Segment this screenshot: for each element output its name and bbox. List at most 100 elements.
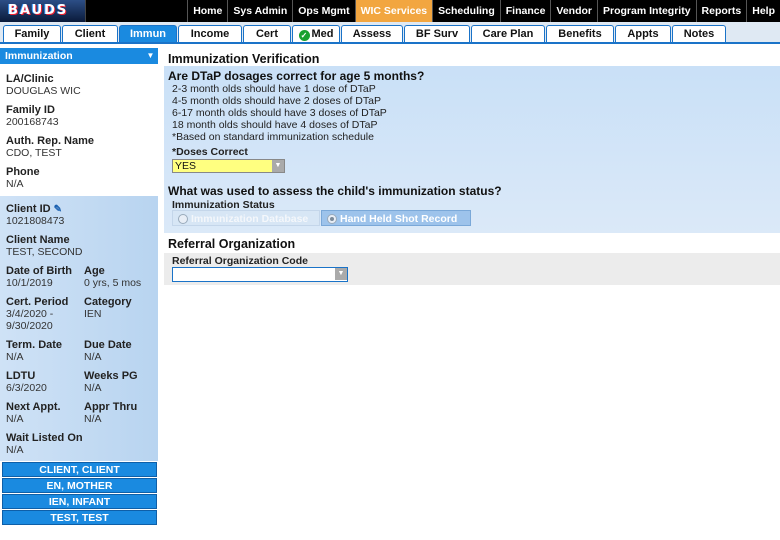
la-clinic-label: LA/Clinic: [6, 73, 54, 85]
radio-icon: [178, 214, 188, 224]
tab-bf-surv[interactable]: BF Surv: [404, 25, 470, 42]
nav-reports[interactable]: Reports: [695, 0, 747, 22]
dob-value: 10/1/2019: [6, 277, 53, 289]
family-member-button[interactable]: CLIENT, CLIENT: [2, 462, 157, 477]
phone-label: Phone: [6, 166, 40, 178]
weeks-pg-value: N/A: [84, 382, 102, 394]
age-label: Age: [84, 265, 105, 277]
tab-assess[interactable]: Assess: [341, 25, 403, 42]
family-info: LA/Clinic DOUGLAS WIC Family ID 20016874…: [0, 65, 158, 196]
dob-label: Date of Birth: [6, 265, 72, 277]
referral-code-label: Referral Organization Code: [172, 255, 308, 267]
tab-immun[interactable]: Immun: [119, 25, 177, 42]
dtap-question: Are DTaP dosages correct for age 5 month…: [168, 69, 425, 83]
doses-correct-label: *Doses Correct: [172, 146, 248, 158]
tab-care-plan[interactable]: Care Plan: [471, 25, 545, 42]
top-nav-menu: Home Sys Admin Ops Mgmt WIC Services Sch…: [187, 0, 780, 22]
top-nav-bar: BAUDS Home Sys Admin Ops Mgmt WIC Servic…: [0, 0, 780, 22]
client-id-label: Client ID ✎: [6, 203, 62, 215]
tab-bar: Family Client Immun Income Cert ✓ Med Ass…: [0, 22, 780, 44]
doses-correct-value: YES: [175, 160, 197, 172]
cert-period-label: Cert. Period: [6, 296, 69, 308]
nav-scheduling[interactable]: Scheduling: [432, 0, 500, 22]
cert-period-start: 3/4/2020 -: [6, 308, 54, 320]
client-info: Client ID ✎ 1021808473 Client Name TEST, …: [0, 196, 158, 461]
age-value: 0 yrs, 5 mos: [84, 277, 142, 289]
family-member-button[interactable]: IEN, INFANT: [2, 494, 157, 509]
pencil-icon[interactable]: ✎: [54, 204, 62, 215]
auth-rep-value: CDO, TEST: [6, 147, 62, 159]
tab-med-label: Med: [311, 28, 334, 40]
tab-cert[interactable]: Cert: [243, 25, 291, 42]
logo-text: BAUDS: [8, 3, 69, 18]
category-value: IEN: [84, 308, 102, 320]
app-logo: BAUDS: [0, 0, 86, 22]
la-clinic-value: DOUGLAS WIC: [6, 85, 81, 97]
schedule-note: *Based on standard immunization schedule: [172, 131, 374, 143]
rule-line: 2-3 month olds should have 1 dose of DTa…: [172, 83, 376, 95]
referral-section: Referral Organization Code ▼: [164, 253, 780, 285]
family-member-button[interactable]: EN, MOTHER: [2, 478, 157, 493]
status-option-database[interactable]: Immunization Database: [172, 210, 320, 226]
wait-listed-label: Wait Listed On: [6, 432, 83, 444]
nav-wic-services[interactable]: WIC Services: [354, 0, 433, 22]
chevron-down-icon: ▼: [272, 160, 284, 172]
ldtu-value: 6/3/2020: [6, 382, 47, 394]
nav-home[interactable]: Home: [187, 0, 227, 22]
assessment-question: What was used to assess the child's immu…: [168, 184, 502, 198]
due-date-value: N/A: [84, 351, 102, 363]
rule-line: 4-5 month olds should have 2 doses of DT…: [172, 95, 381, 107]
wait-listed-value: N/A: [6, 444, 24, 456]
next-appt-label: Next Appt.: [6, 401, 61, 413]
immunization-status-toggle: Immunization Database Hand Held Shot Rec…: [172, 210, 472, 226]
client-id-value: 1021808473: [6, 215, 65, 227]
category-label: Category: [84, 296, 132, 308]
client-id-label-text: Client ID: [6, 203, 51, 215]
term-date-label: Term. Date: [6, 339, 63, 351]
client-name-value: TEST, SECOND: [6, 246, 83, 258]
nav-help[interactable]: Help: [746, 0, 780, 22]
family-member-button[interactable]: TEST, TEST: [2, 510, 157, 525]
status-option-hand-held[interactable]: Hand Held Shot Record: [321, 210, 471, 226]
tab-med[interactable]: ✓ Med: [292, 25, 340, 42]
nav-finance[interactable]: Finance: [499, 0, 551, 22]
radio-selected-icon: [327, 214, 337, 224]
status-option-label: Hand Held Shot Record: [340, 213, 458, 225]
status-option-label: Immunization Database: [191, 213, 309, 225]
nav-program-integrity[interactable]: Program Integrity: [597, 0, 696, 22]
main-content: Immunization Verification Are DTaP dosag…: [164, 46, 780, 540]
tab-notes[interactable]: Notes: [672, 25, 726, 42]
tab-benefits[interactable]: Benefits: [546, 25, 614, 42]
nav-vendor[interactable]: Vendor: [550, 0, 597, 22]
nav-ops-mgmt[interactable]: Ops Mgmt: [292, 0, 354, 22]
due-date-label: Due Date: [84, 339, 132, 351]
ldtu-label: LDTU: [6, 370, 36, 382]
referral-section-title: Referral Organization: [168, 237, 296, 251]
tab-client[interactable]: Client: [62, 25, 118, 42]
chevron-down-icon: ▼: [335, 268, 347, 280]
rule-line: 18 month olds should have 4 doses of DTa…: [172, 119, 378, 131]
check-icon: ✓: [298, 30, 310, 41]
family-id-value: 200168743: [6, 116, 59, 128]
family-id-label: Family ID: [6, 104, 55, 116]
phone-value: N/A: [6, 178, 24, 190]
next-appt-value: N/A: [6, 413, 24, 425]
term-date-value: N/A: [6, 351, 24, 363]
tab-appts[interactable]: Appts: [615, 25, 671, 42]
tab-income[interactable]: Income: [178, 25, 242, 42]
referral-code-select[interactable]: ▼: [172, 267, 348, 282]
client-name-label: Client Name: [6, 234, 70, 246]
appr-thru-value: N/A: [84, 413, 102, 425]
client-info-panel: Immunization ▼ LA/Clinic DOUGLAS WIC Fam…: [0, 46, 158, 540]
doses-correct-select[interactable]: YES ▼: [172, 159, 285, 173]
panel-dropdown[interactable]: Immunization ▼: [0, 48, 158, 64]
page-title: Immunization Verification: [168, 52, 320, 66]
panel-title: Immunization: [5, 50, 73, 62]
appr-thru-label: Appr Thru: [84, 401, 138, 413]
rule-line: 6-17 month olds should have 3 doses of D…: [172, 107, 387, 119]
auth-rep-label: Auth. Rep. Name: [6, 135, 95, 147]
chevron-down-icon: ▼: [146, 51, 155, 60]
nav-sys-admin[interactable]: Sys Admin: [227, 0, 292, 22]
tab-family[interactable]: Family: [3, 25, 61, 42]
cert-period-end: 9/30/2020: [6, 320, 53, 332]
